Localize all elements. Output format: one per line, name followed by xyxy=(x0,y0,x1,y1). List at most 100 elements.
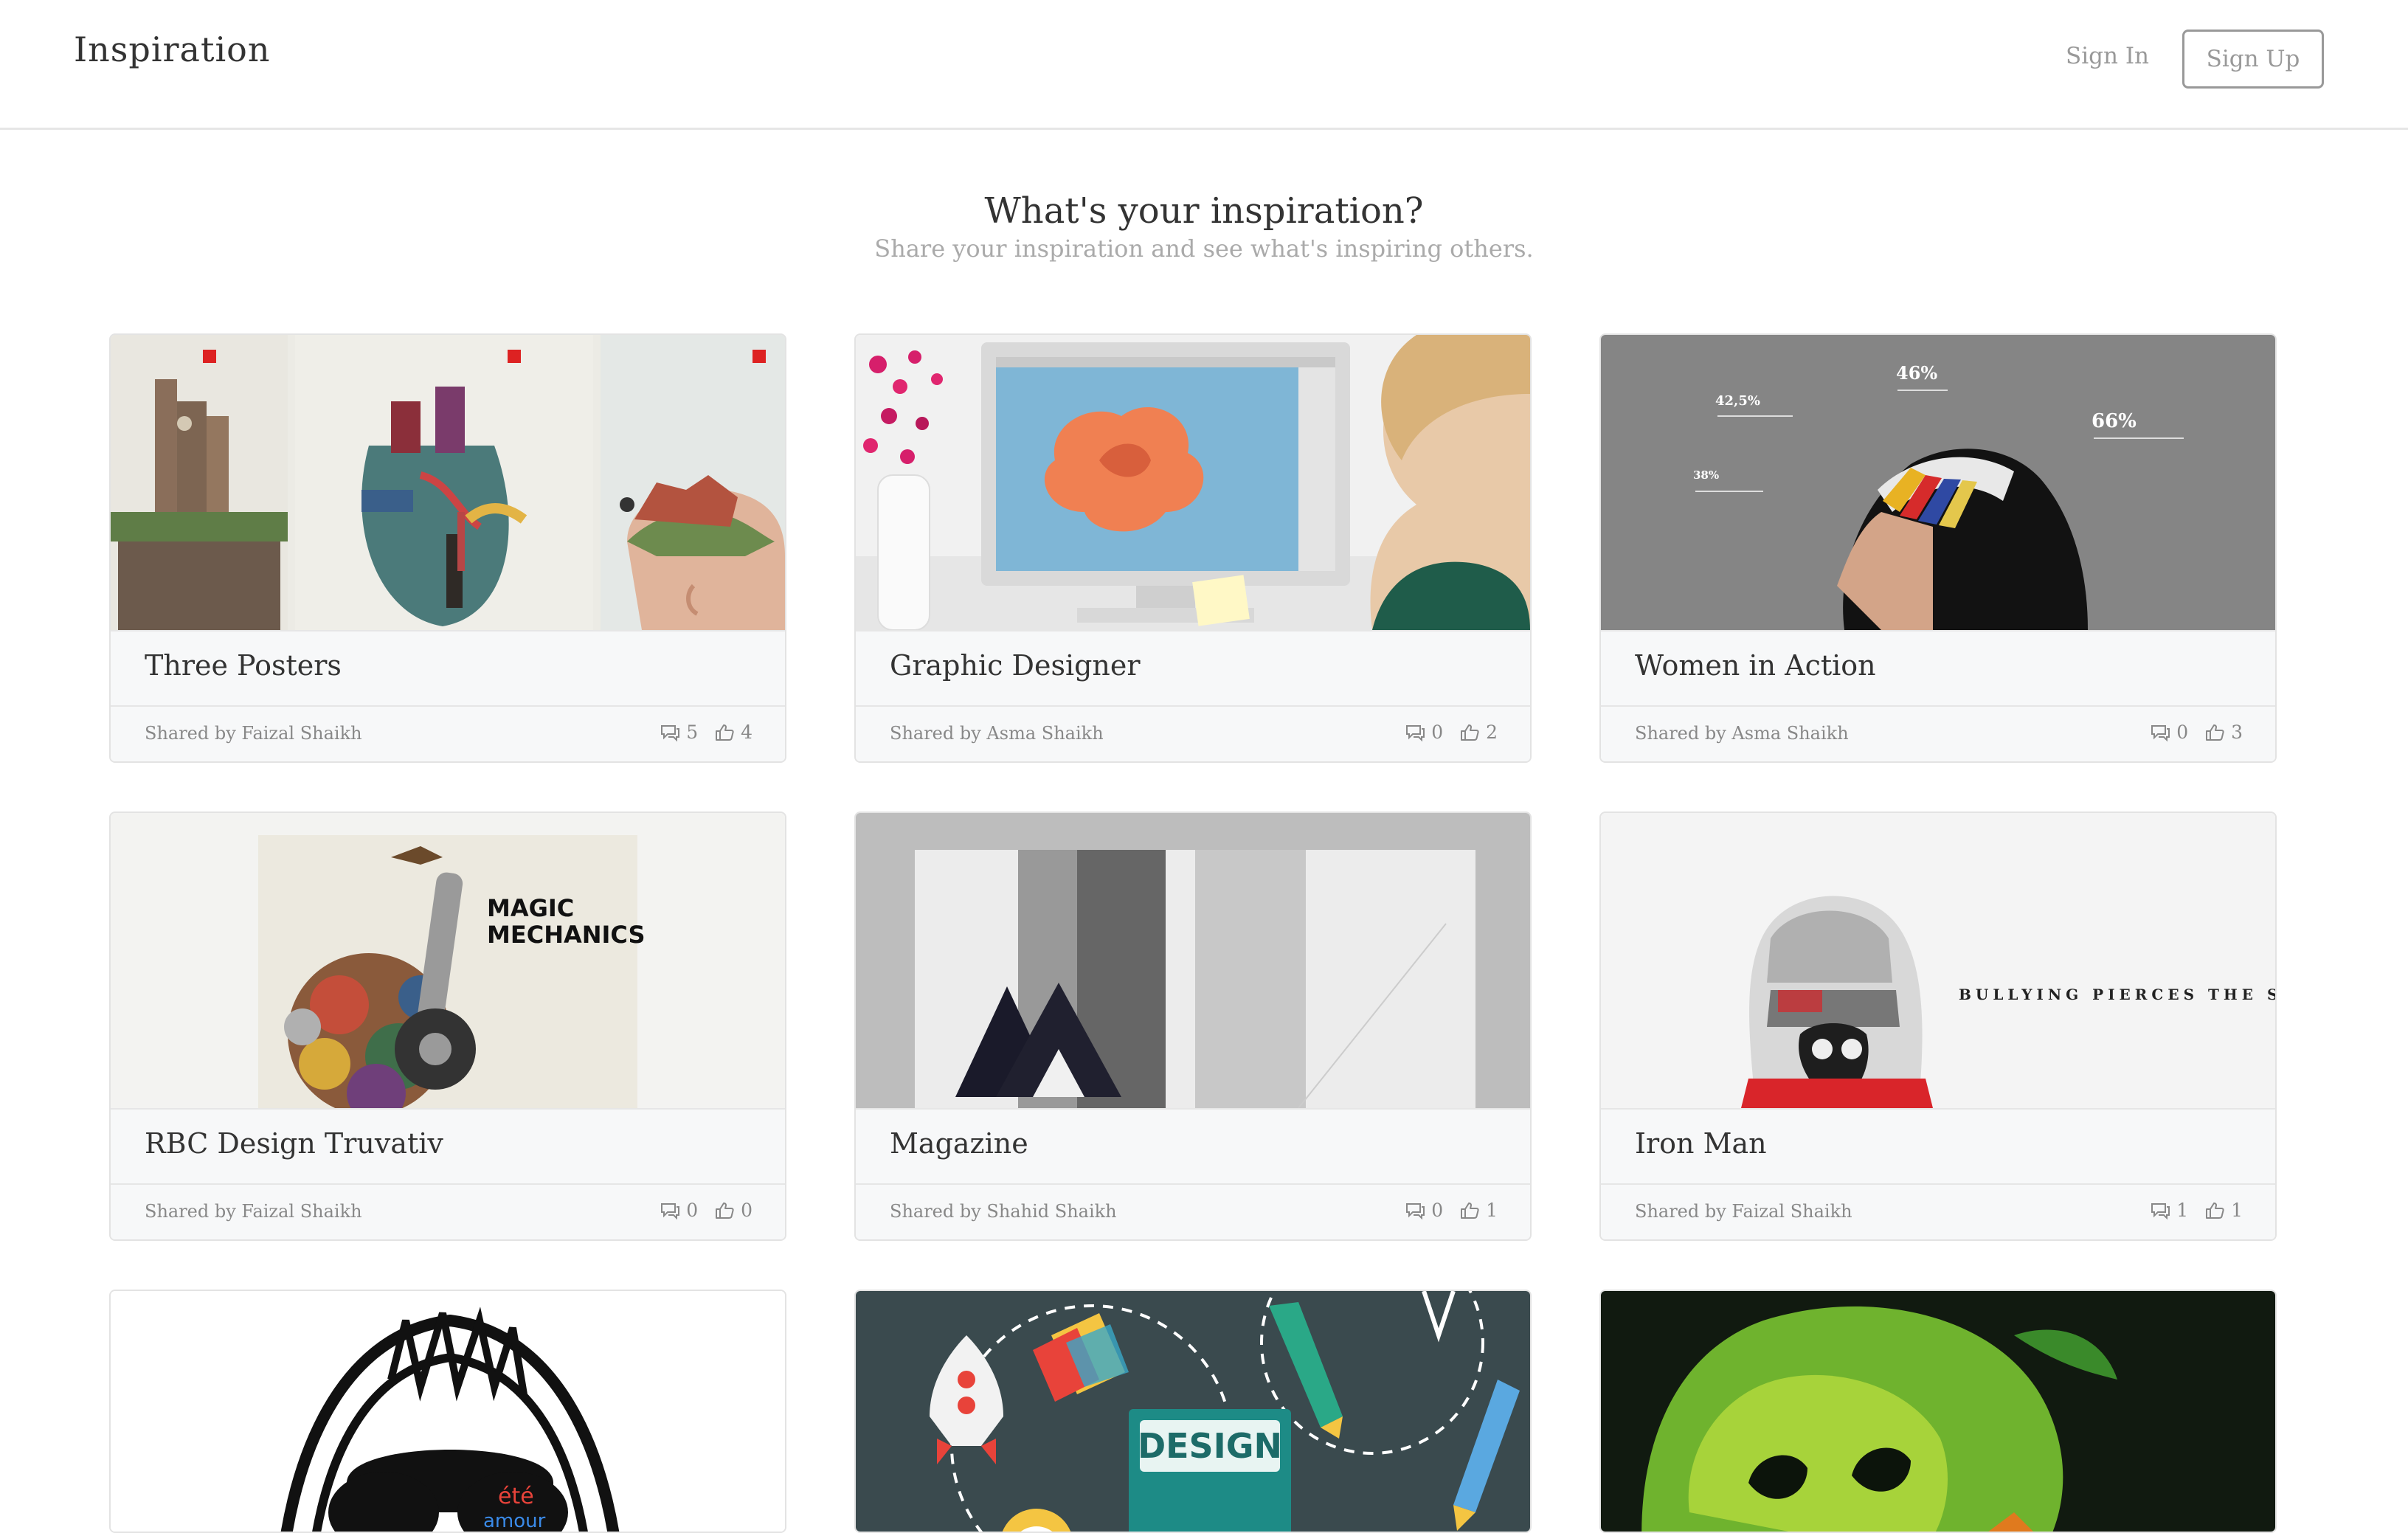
card-stats: 0 0 xyxy=(660,1200,752,1221)
iron-man-image: BULLYING PIERCES THE SOU xyxy=(1601,813,2275,1108)
like-stat[interactable]: 1 xyxy=(2204,1200,2243,1221)
page-subtitle: Share your inspiration and see what's in… xyxy=(874,235,1534,263)
like-count: 3 xyxy=(2231,721,2243,743)
like-stat[interactable]: 4 xyxy=(714,721,752,743)
card-thumbnail[interactable] xyxy=(856,335,1530,630)
thumbs-up-icon xyxy=(716,724,734,741)
card-title[interactable]: Graphic Designer xyxy=(890,649,1141,682)
graphic-designer-image xyxy=(856,335,1530,630)
card-title-bar: Women in Action xyxy=(1601,630,2275,707)
ete-amour-image: été amour xyxy=(111,1291,785,1532)
stat-66: 66% xyxy=(2092,410,2137,432)
card-title[interactable]: Magazine xyxy=(890,1127,1028,1160)
inspiration-card[interactable]: MAGIC MECHANICS RBC Design Truvativ Shar… xyxy=(109,812,786,1241)
card-title[interactable]: Women in Action xyxy=(1635,649,1876,682)
sign-in-link[interactable]: Sign In xyxy=(2066,43,2149,69)
shared-by: Shared by Faizal Shaikh xyxy=(145,723,362,744)
card-thumbnail[interactable] xyxy=(856,813,1530,1108)
thumbs-up-icon xyxy=(1461,1202,1479,1219)
stat-38: 38% xyxy=(1693,468,1719,482)
inspiration-card[interactable]: Magazine Shared by Shahid Shaikh 0 1 xyxy=(854,812,1532,1241)
comment-count: 0 xyxy=(2176,721,2189,743)
shared-by: Shared by Asma Shaikh xyxy=(1635,723,1849,744)
comments-icon xyxy=(2151,1202,2170,1219)
inspiration-card[interactable]: été amour xyxy=(109,1290,786,1533)
comment-stat[interactable]: 1 xyxy=(2150,1200,2188,1221)
card-footer: Shared by Faizal Shaikh 5 4 xyxy=(111,707,785,761)
card-thumbnail[interactable]: 46% 42,5% 66% 38% xyxy=(1601,335,2275,630)
comments-icon xyxy=(1406,724,1425,741)
like-count: 0 xyxy=(741,1200,752,1221)
card-stats: 0 3 xyxy=(2150,721,2243,743)
shared-by: Shared by Asma Shaikh xyxy=(890,723,1104,744)
card-thumbnail[interactable] xyxy=(1601,1291,2275,1532)
green-skull-image xyxy=(1601,1291,2275,1532)
comment-stat[interactable]: 0 xyxy=(2150,721,2188,743)
like-count: 1 xyxy=(1486,1200,1498,1221)
comment-count: 0 xyxy=(686,1200,699,1221)
card-thumbnail[interactable]: BULLYING PIERCES THE SOU xyxy=(1601,813,2275,1108)
bullying-text: BULLYING PIERCES THE SOU xyxy=(1959,986,2275,1003)
card-thumbnail[interactable] xyxy=(111,335,785,630)
inspiration-card[interactable]: DESIGN xyxy=(854,1290,1532,1533)
ete-text: été xyxy=(498,1484,534,1509)
card-footer: Shared by Shahid Shaikh 0 1 xyxy=(856,1185,1530,1239)
card-title[interactable]: RBC Design Truvativ xyxy=(145,1127,443,1160)
comment-count: 1 xyxy=(2176,1200,2189,1221)
page-title: What's your inspiration? xyxy=(984,190,1424,232)
comment-stat[interactable]: 5 xyxy=(660,721,698,743)
comment-stat[interactable]: 0 xyxy=(1405,721,1443,743)
card-thumbnail[interactable]: MAGIC MECHANICS xyxy=(111,813,785,1108)
inspiration-card[interactable]: 46% 42,5% 66% 38% Women in Action Shared… xyxy=(1599,333,2277,763)
comments-icon xyxy=(661,1202,680,1219)
card-footer: Shared by Asma Shaikh 0 3 xyxy=(1601,707,2275,761)
card-thumbnail[interactable]: DESIGN xyxy=(856,1291,1530,1532)
stat-42-5: 42,5% xyxy=(1715,393,1760,409)
comment-count: 0 xyxy=(1431,721,1444,743)
like-stat[interactable]: 0 xyxy=(714,1200,752,1221)
card-footer: Shared by Faizal Shaikh 1 1 xyxy=(1601,1185,2275,1239)
thumbs-up-icon xyxy=(1461,724,1479,741)
thumbs-up-icon xyxy=(2206,724,2224,741)
card-thumbnail[interactable]: été amour xyxy=(111,1291,785,1532)
three-posters-image xyxy=(111,335,785,630)
inspiration-card[interactable]: BULLYING PIERCES THE SOU Iron Man Shared… xyxy=(1599,812,2277,1241)
comment-stat[interactable]: 0 xyxy=(660,1200,698,1221)
magic-text: MAGIC xyxy=(487,894,574,922)
card-title-bar: Three Posters xyxy=(111,630,785,707)
like-stat[interactable]: 1 xyxy=(1459,1200,1498,1221)
like-stat[interactable]: 2 xyxy=(1459,721,1498,743)
design-tools-image: DESIGN xyxy=(856,1291,1530,1532)
card-footer: Shared by Asma Shaikh 0 2 xyxy=(856,707,1530,761)
comments-icon xyxy=(661,724,680,741)
card-title[interactable]: Three Posters xyxy=(145,649,342,682)
stat-46: 46% xyxy=(1896,362,1937,384)
card-title-bar: Magazine xyxy=(856,1108,1530,1185)
inspiration-card[interactable]: Three Posters Shared by Faizal Shaikh 5 … xyxy=(109,333,786,763)
mechanics-text: MECHANICS xyxy=(487,921,646,949)
magazine-image xyxy=(856,813,1530,1108)
shared-by: Shared by Shahid Shaikh xyxy=(890,1201,1117,1222)
comments-icon xyxy=(2151,724,2170,741)
navbar: Inspiration Sign In Sign Up xyxy=(0,0,2408,130)
like-count: 2 xyxy=(1486,721,1498,743)
card-title-bar: Graphic Designer xyxy=(856,630,1530,707)
comment-stat[interactable]: 0 xyxy=(1405,1200,1443,1221)
design-text: DESIGN xyxy=(1138,1426,1282,1466)
shared-by: Shared by Faizal Shaikh xyxy=(145,1201,362,1222)
card-stats: 5 4 xyxy=(660,721,752,743)
card-title-bar: RBC Design Truvativ xyxy=(111,1108,785,1185)
sign-up-button[interactable]: Sign Up xyxy=(2182,30,2324,89)
comments-icon xyxy=(1406,1202,1425,1219)
inspiration-card[interactable]: Graphic Designer Shared by Asma Shaikh 0… xyxy=(854,333,1532,763)
card-stats: 0 1 xyxy=(1405,1200,1498,1221)
card-footer: Shared by Faizal Shaikh 0 0 xyxy=(111,1185,785,1239)
inspiration-card[interactable] xyxy=(1599,1290,2277,1533)
thumbs-up-icon xyxy=(2206,1202,2224,1219)
comment-count: 5 xyxy=(686,721,699,743)
brand-logo[interactable]: Inspiration xyxy=(74,30,271,69)
card-stats: 0 2 xyxy=(1405,721,1498,743)
card-stats: 1 1 xyxy=(2150,1200,2243,1221)
like-stat[interactable]: 3 xyxy=(2204,721,2243,743)
card-title[interactable]: Iron Man xyxy=(1635,1127,1767,1160)
